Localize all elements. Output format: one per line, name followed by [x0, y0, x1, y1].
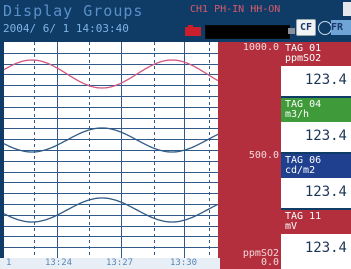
datetime-display: 2004/ 6/ 1 14:03:40	[3, 22, 129, 35]
tag-header: TAG 04 m3/h	[281, 98, 351, 122]
trend-chart	[4, 42, 218, 258]
tag-panel-04[interactable]: TAG 04 m3/h 123.4	[281, 98, 351, 154]
scale-bottom-label: 0.0	[260, 257, 279, 268]
tag-unit: m3/h	[285, 109, 310, 120]
time-label: 13:24	[45, 258, 73, 268]
status-indicators: CH1 PH-IN HH-ON	[190, 4, 281, 15]
scale-unit-label: ppmSO2 0.0	[218, 249, 279, 268]
fr-button[interactable]: FR	[331, 20, 351, 35]
scale-mid-label: 500.0	[248, 150, 279, 161]
tag-header: TAG 11 mV	[281, 210, 351, 234]
scale-top-label: 1000.0	[242, 42, 279, 53]
header-edge-marker	[343, 2, 351, 16]
memory-bar-end	[288, 28, 295, 34]
tag-value: 123.4	[304, 184, 347, 200]
fr-icon	[318, 21, 332, 35]
screen-title: Display Groups	[3, 2, 144, 20]
tag-value: 123.4	[304, 72, 347, 88]
memory-bar	[205, 25, 290, 39]
tag-unit: mV	[285, 221, 298, 232]
alarm-indicator	[185, 27, 201, 36]
tag-value: 123.4	[304, 240, 347, 256]
time-label: 13:30	[170, 258, 198, 268]
tag-unit: cd/m2	[285, 165, 316, 176]
cf-card-button[interactable]: CF	[296, 19, 316, 36]
tag-panel-06[interactable]: TAG 06 cd/m2 123.4	[281, 154, 351, 210]
tag-header: TAG 06 cd/m2	[281, 154, 351, 178]
tag-unit: ppmSO2	[285, 53, 322, 64]
tag-panel-01[interactable]: TAG 01 ppmSO2 123.4	[281, 42, 351, 98]
time-label: 1	[6, 258, 12, 268]
tag-value: 123.4	[304, 128, 347, 144]
tag-panel-11[interactable]: TAG 11 mV 123.4	[281, 210, 351, 269]
time-label: 13:27	[106, 258, 134, 268]
tag-header: TAG 01 ppmSO2	[281, 42, 351, 66]
recorder-screen: Display Groups 2004/ 6/ 1 14:03:40 CH1 P…	[0, 0, 351, 269]
